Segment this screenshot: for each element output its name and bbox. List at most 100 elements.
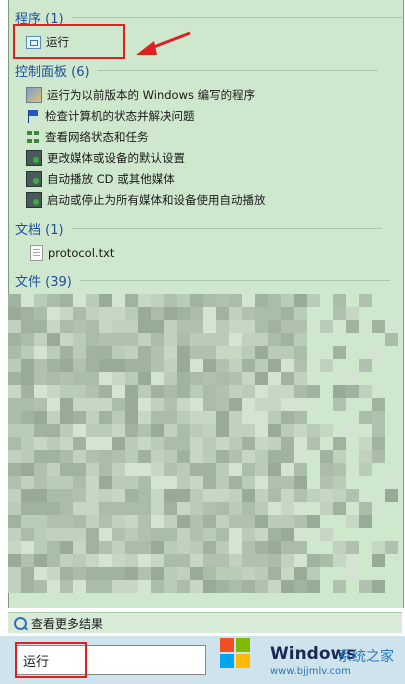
- mosaic-block: [177, 528, 190, 541]
- mosaic-block: [320, 320, 333, 333]
- mosaic-block: [138, 580, 151, 593]
- mosaic-block: [73, 541, 86, 554]
- cp-item-media-defaults[interactable]: 更改媒体或设备的默认设置: [26, 148, 185, 168]
- mosaic-block: [99, 567, 112, 580]
- mosaic-block: [47, 567, 60, 580]
- mosaic-block: [281, 294, 294, 307]
- mosaic-block: [294, 359, 307, 372]
- mosaic-block: [86, 385, 99, 398]
- mosaic-block: [8, 346, 21, 359]
- mosaic-block: [229, 463, 242, 476]
- cp-item-autoplay-cd[interactable]: 自动播放 CD 或其他媒体: [26, 169, 175, 189]
- cp-item-check-status[interactable]: 检查计算机的状态并解决问题: [26, 106, 195, 126]
- mosaic-block: [112, 567, 125, 580]
- mosaic-block: [190, 307, 203, 320]
- mosaic-block: [190, 437, 203, 450]
- mosaic-block: [99, 463, 112, 476]
- mosaic-block: [125, 515, 138, 528]
- mosaic-block: [151, 450, 164, 463]
- mosaic-block: [216, 346, 229, 359]
- autoplay-icon: [26, 150, 42, 166]
- mosaic-block: [242, 476, 255, 489]
- doc-item-protocol[interactable]: protocol.txt: [30, 243, 114, 263]
- mosaic-block: [73, 567, 86, 580]
- mosaic-block: [242, 541, 255, 554]
- mosaic-block: [203, 320, 216, 333]
- mosaic-block: [320, 424, 333, 437]
- mosaic-block: [73, 307, 86, 320]
- mosaic-block: [255, 463, 268, 476]
- mosaic-block: [177, 398, 190, 411]
- mosaic-block: [242, 580, 255, 593]
- cp-item-network[interactable]: 查看网络状态和任务: [26, 127, 149, 147]
- mosaic-block: [307, 554, 320, 567]
- mosaic-block: [281, 307, 294, 320]
- mosaic-block: [359, 450, 372, 463]
- mosaic-block: [34, 411, 47, 424]
- mosaic-block: [229, 541, 242, 554]
- mosaic-block: [372, 411, 385, 424]
- mosaic-block: [112, 541, 125, 554]
- mosaic-block: [34, 372, 47, 385]
- cp-item-compat[interactable]: 运行为以前版本的 Windows 编写的程序: [26, 85, 255, 105]
- mosaic-block: [333, 307, 346, 320]
- mosaic-block: [216, 307, 229, 320]
- mosaic-block: [255, 567, 268, 580]
- mosaic-block: [242, 515, 255, 528]
- mosaic-block: [8, 333, 21, 346]
- mosaic-block: [21, 463, 34, 476]
- mosaic-block: [320, 463, 333, 476]
- mosaic-block: [21, 294, 34, 307]
- mosaic-block: [86, 372, 99, 385]
- mosaic-block: [216, 424, 229, 437]
- mosaic-block: [60, 437, 73, 450]
- mosaic-block: [203, 307, 216, 320]
- mosaic-block: [255, 385, 268, 398]
- mosaic-block: [242, 333, 255, 346]
- mosaic-block: [73, 450, 86, 463]
- mosaic-block: [346, 307, 359, 320]
- mosaic-block: [294, 411, 307, 424]
- mosaic-block: [47, 489, 60, 502]
- mosaic-block: [268, 580, 281, 593]
- mosaic-block: [34, 346, 47, 359]
- mosaic-block: [60, 320, 73, 333]
- mosaic-block: [281, 359, 294, 372]
- mosaic-block: [190, 554, 203, 567]
- mosaic-block: [99, 476, 112, 489]
- mosaic-block: [229, 424, 242, 437]
- mosaic-block: [73, 476, 86, 489]
- mosaic-block: [125, 294, 138, 307]
- mosaic-block: [177, 567, 190, 580]
- mosaic-block: [34, 424, 47, 437]
- mosaic-block: [268, 398, 281, 411]
- mosaic-block: [281, 515, 294, 528]
- mosaic-block: [34, 437, 47, 450]
- mosaic-block: [47, 372, 60, 385]
- mosaic-block: [242, 307, 255, 320]
- mosaic-block: [21, 541, 34, 554]
- mosaic-block: [203, 489, 216, 502]
- mosaic-block: [164, 515, 177, 528]
- mosaic-block: [99, 411, 112, 424]
- mosaic-block: [177, 541, 190, 554]
- mosaic-block: [8, 398, 21, 411]
- mosaic-block: [86, 424, 99, 437]
- mosaic-block: [34, 567, 47, 580]
- mosaic-block: [60, 567, 73, 580]
- mosaic-block: [151, 398, 164, 411]
- mosaic-block: [190, 294, 203, 307]
- mosaic-block: [112, 294, 125, 307]
- mosaic-block: [164, 398, 177, 411]
- mosaic-block: [21, 307, 34, 320]
- mosaic-block: [99, 320, 112, 333]
- mosaic-block: [294, 463, 307, 476]
- mosaic-block: [203, 372, 216, 385]
- mosaic-block: [151, 320, 164, 333]
- cp-item-autoplay-toggle[interactable]: 启动或停止为所有媒体和设备使用自动播放: [26, 190, 266, 210]
- mosaic-block: [99, 541, 112, 554]
- mosaic-block: [307, 489, 320, 502]
- mosaic-block: [34, 463, 47, 476]
- mosaic-block: [47, 359, 60, 372]
- mosaic-block: [21, 502, 34, 515]
